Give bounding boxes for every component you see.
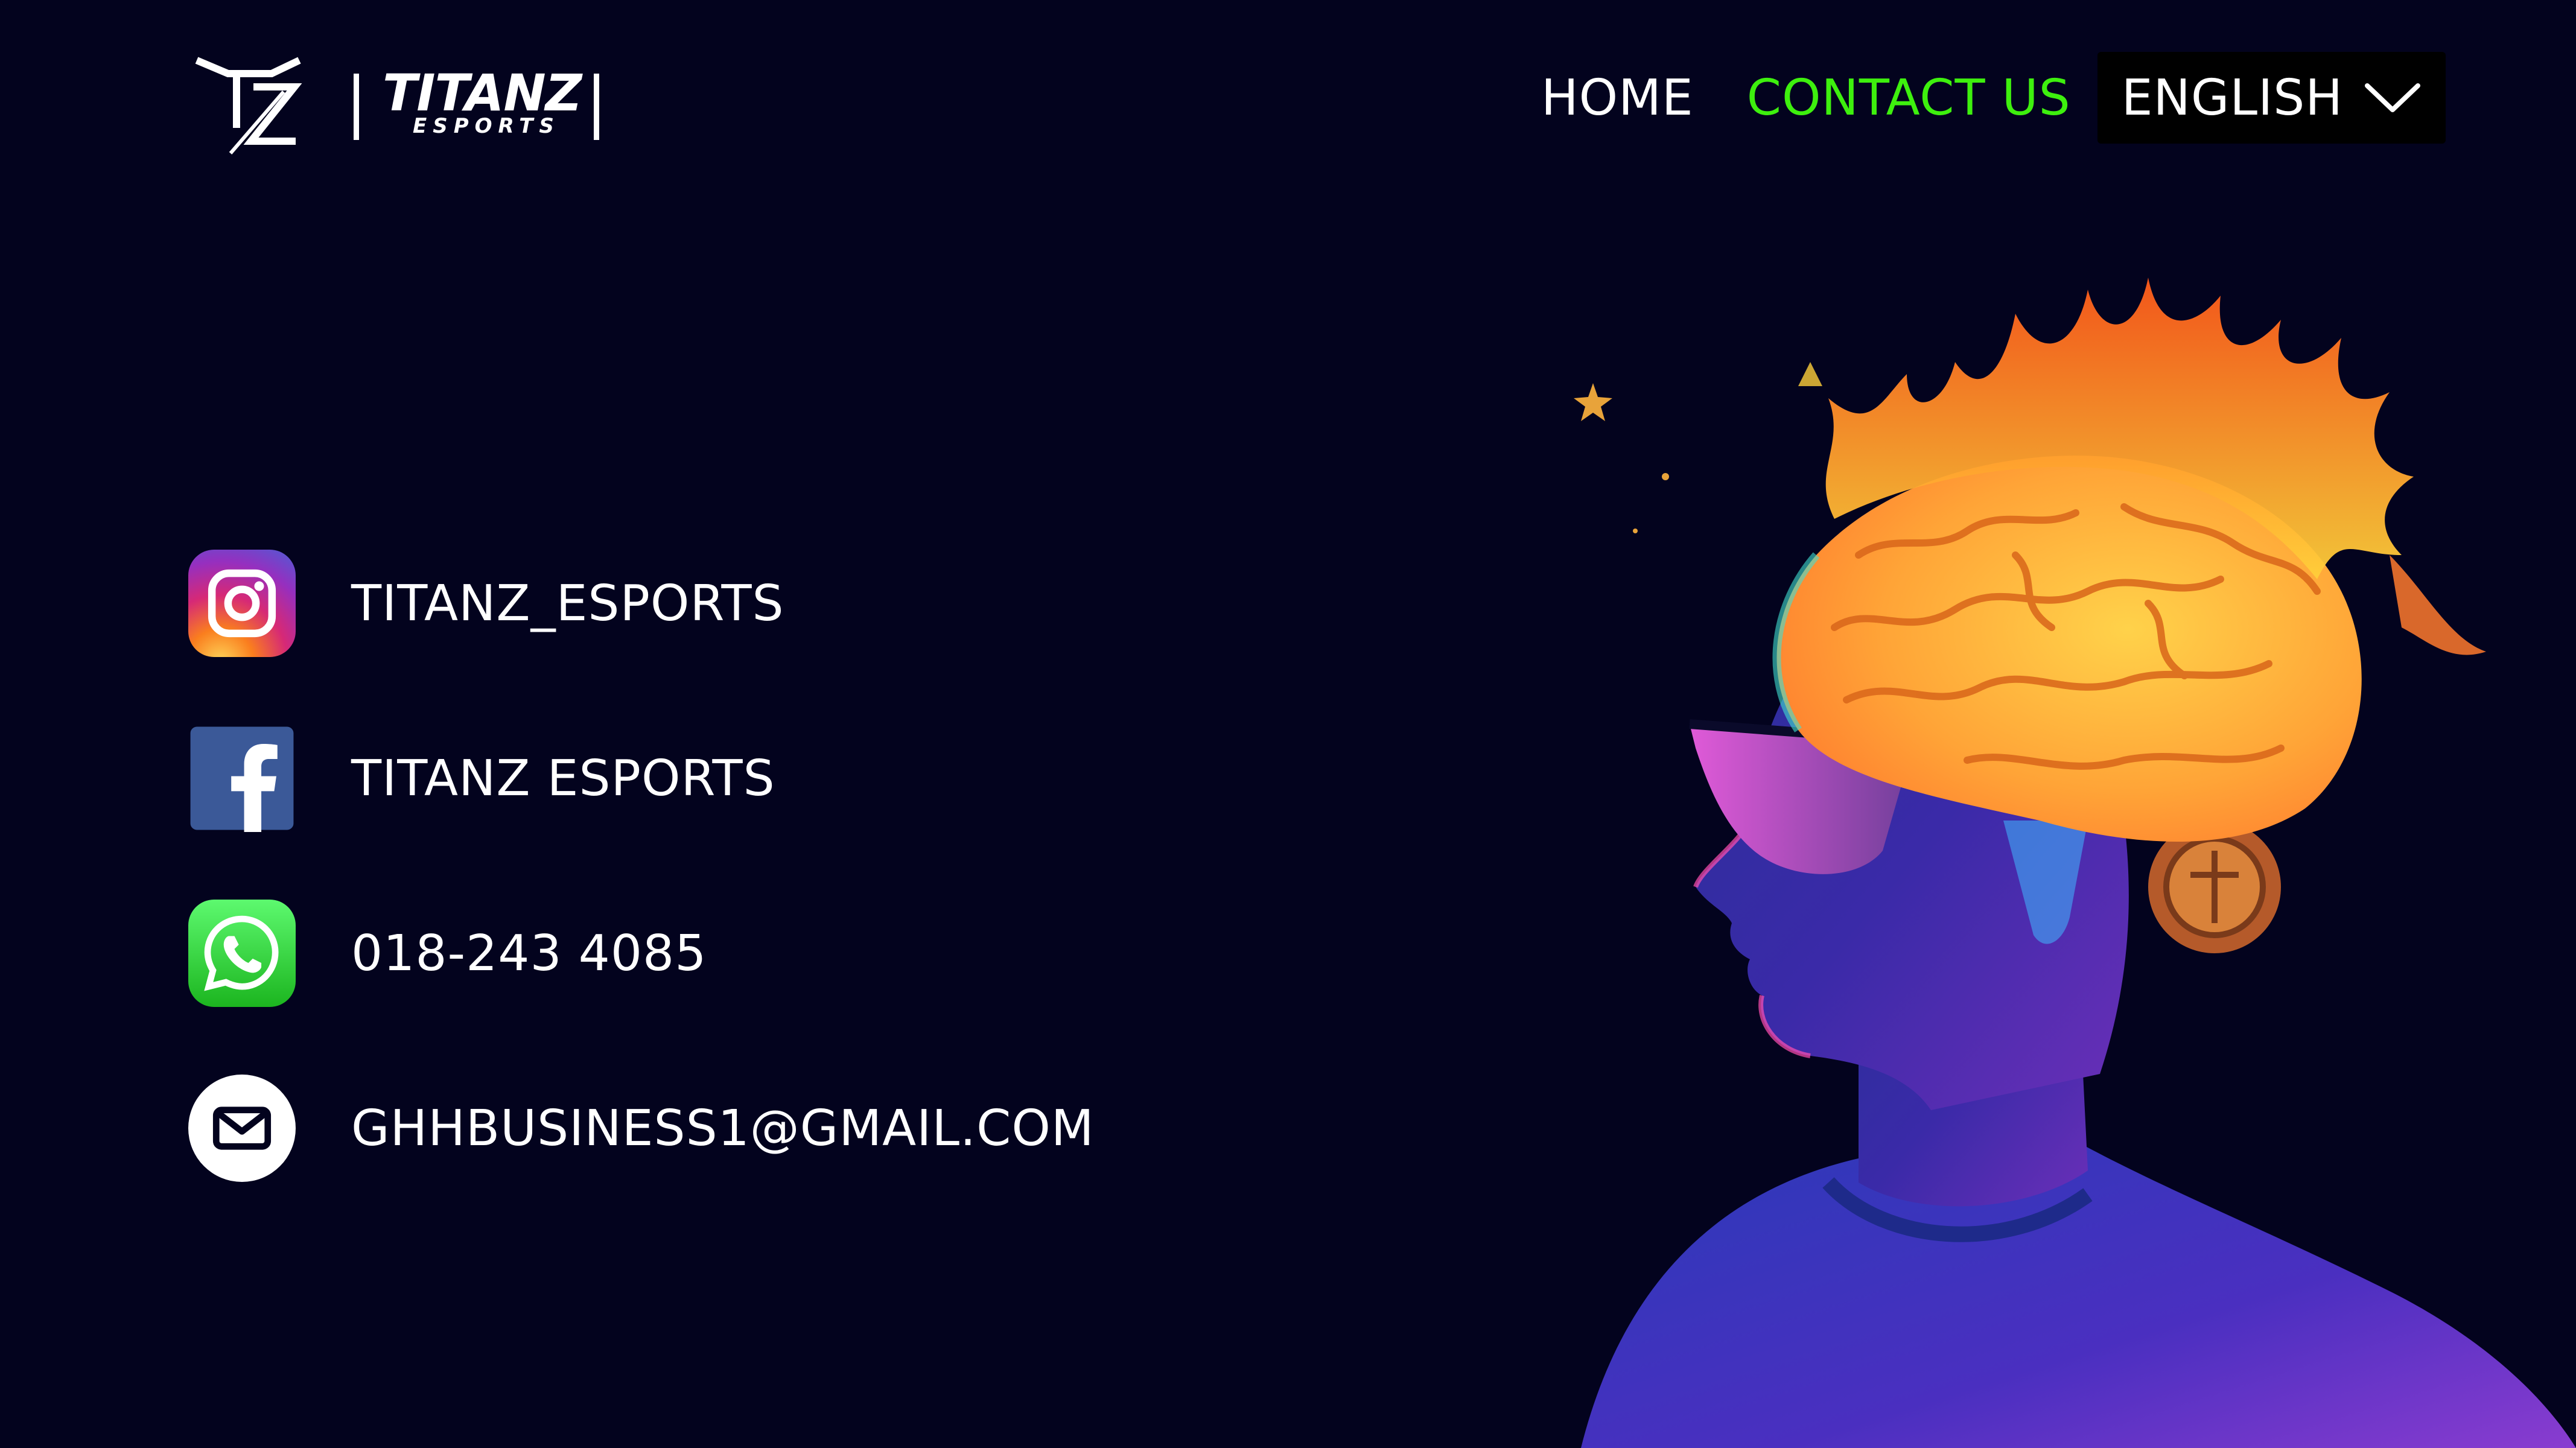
nav-home[interactable]: HOME <box>1541 69 1694 127</box>
contact-email[interactable]: GHHBUSINESS1@GMAIL.COM <box>188 1074 1095 1183</box>
contact-instagram[interactable]: TITANZ_ESPORTS <box>188 549 784 658</box>
brand-subtitle: ESPORTS <box>413 114 560 138</box>
contact-facebook[interactable]: TITANZ ESPORTS <box>188 724 775 833</box>
whatsapp-number: 018-243 4085 <box>351 924 707 982</box>
chevron-down-icon <box>2365 83 2420 112</box>
nav-contact-us[interactable]: CONTACT US <box>1747 69 2071 127</box>
instagram-handle: TITANZ_ESPORTS <box>351 574 784 632</box>
contact-whatsapp[interactable]: 018-243 4085 <box>188 899 707 1008</box>
email-address: GHHBUSINESS1@GMAIL.COM <box>351 1099 1095 1157</box>
whatsapp-icon <box>188 900 296 1007</box>
language-label: ENGLISH <box>2121 69 2343 127</box>
mail-icon <box>188 1075 296 1182</box>
language-select[interactable]: ENGLISH <box>2097 52 2446 144</box>
facebook-icon <box>188 725 296 832</box>
facebook-page: TITANZ ESPORTS <box>351 749 775 807</box>
brain-head-illustration <box>1545 217 2576 1448</box>
main-nav: HOME CONTACT US ENGLISH <box>1541 52 2446 144</box>
logo-divider <box>354 74 359 140</box>
brand-logo[interactable]: TITANZ ESPORTS <box>193 56 615 158</box>
logo-divider <box>594 74 599 140</box>
titanz-logo-mark <box>195 57 302 154</box>
brand-name: TITANZ <box>383 63 582 122</box>
instagram-icon <box>188 550 296 657</box>
